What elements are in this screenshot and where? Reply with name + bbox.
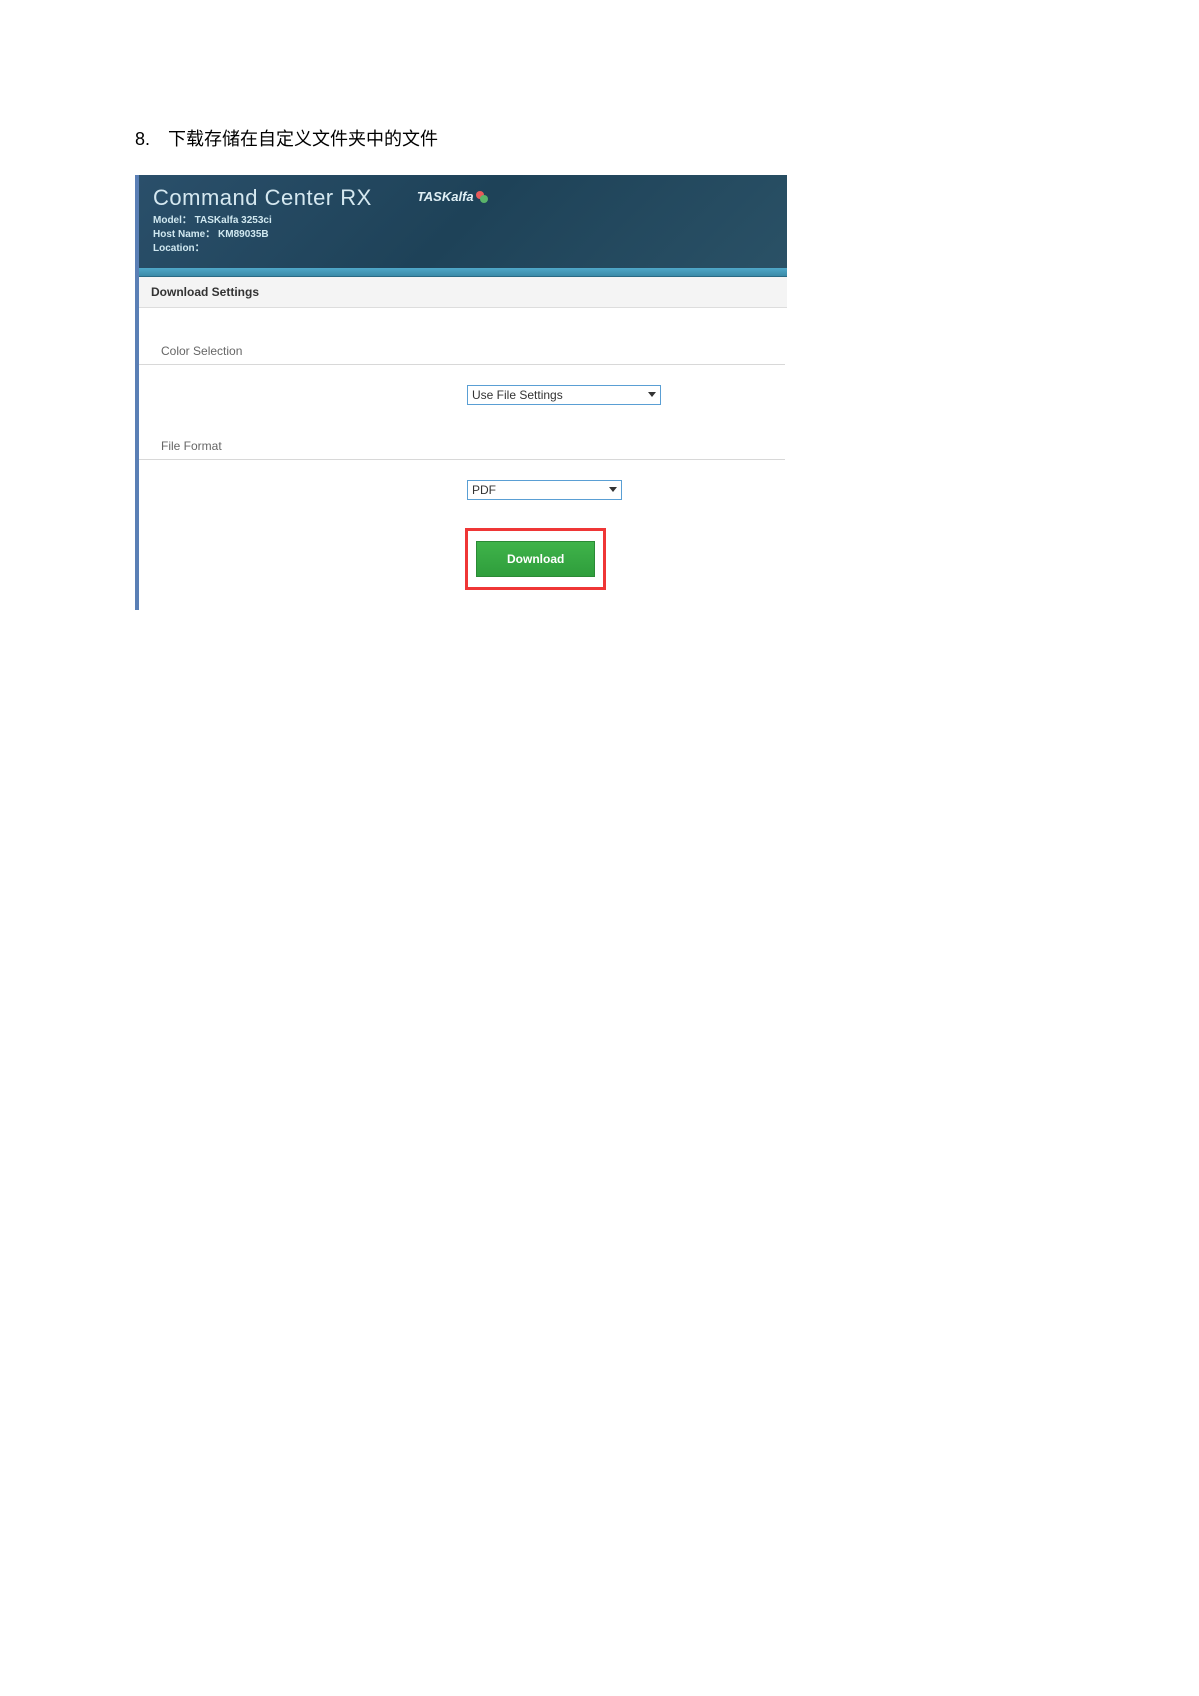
file-format-dropdown[interactable]: PDF: [467, 480, 622, 500]
file-format-label: File Format: [139, 433, 785, 460]
app-title: Command Center RX: [153, 185, 372, 211]
location-label: Location：: [153, 243, 205, 254]
color-selection-dropdown[interactable]: Use File Settings: [467, 385, 661, 405]
color-field-area: Use File Settings: [139, 365, 787, 433]
divider-bar: [139, 268, 787, 277]
brand-logo: TASKalfa: [417, 189, 488, 204]
panel-body: Color Selection Use File Settings File F…: [139, 308, 787, 610]
download-button[interactable]: Download: [476, 541, 595, 577]
format-field-area: PDF: [139, 460, 787, 528]
model-label: Model：: [153, 215, 192, 226]
color-selection-label: Color Selection: [139, 338, 785, 365]
hostname-value: KM89035B: [218, 229, 269, 240]
header-info: Command Center RX Model： TASKalfa 3253ci…: [153, 185, 372, 256]
panel-heading: Download Settings: [139, 277, 787, 308]
step-text: 下载存储在自定义文件夹中的文件: [168, 125, 438, 151]
model-value: TASKalfa 3253ci: [195, 215, 272, 226]
app-header: Command Center RX Model： TASKalfa 3253ci…: [139, 175, 787, 268]
model-line: Model： TASKalfa 3253ci: [153, 214, 372, 228]
download-highlight-box: Download: [465, 528, 606, 590]
location-line: Location：: [153, 242, 372, 256]
hostname-line: Host Name： KM89035B: [153, 228, 372, 242]
logo-icon: [476, 191, 488, 203]
brand-text: TASKalfa: [417, 189, 474, 204]
app-window: Command Center RX Model： TASKalfa 3253ci…: [135, 175, 787, 610]
step-heading: 8. 下载存储在自定义文件夹中的文件: [135, 125, 1199, 151]
hostname-label: Host Name：: [153, 229, 215, 240]
download-area: Download: [465, 528, 787, 590]
step-number: 8.: [135, 129, 150, 150]
